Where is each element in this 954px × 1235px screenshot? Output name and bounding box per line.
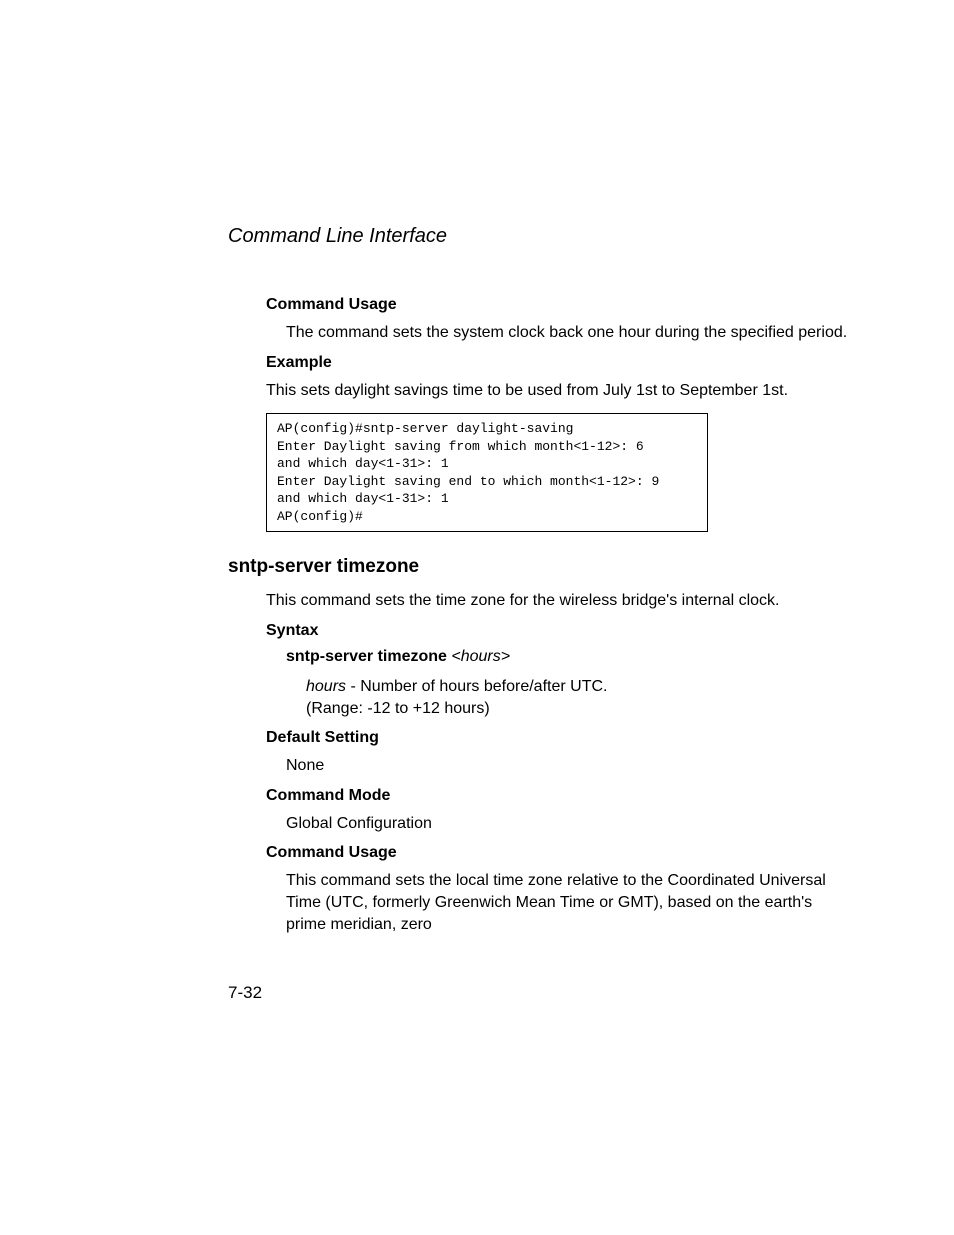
syntax-heading: Syntax xyxy=(266,622,854,640)
command-description: This command sets the time zone for the … xyxy=(266,590,854,612)
command-mode-text: Global Configuration xyxy=(286,813,854,835)
syntax-argument: <hours> xyxy=(451,648,510,665)
syntax-command: sntp-server timezone xyxy=(286,648,447,665)
code-block: AP(config)#sntp-server daylight-saving E… xyxy=(266,413,708,532)
param-desc-1: - Number of hours before/after UTC. xyxy=(346,678,607,695)
param-desc-2: (Range: -12 to +12 hours) xyxy=(306,700,490,717)
command-usage-heading-2: Command Usage xyxy=(266,844,854,862)
param-description: hours - Number of hours before/after UTC… xyxy=(306,676,854,719)
page-container: Command Line Interface Command Usage The… xyxy=(0,0,954,935)
command-usage-heading-1: Command Usage xyxy=(266,296,854,314)
default-setting-text: None xyxy=(286,755,854,777)
command-title: sntp-server timezone xyxy=(228,556,854,578)
param-name: hours xyxy=(306,678,346,695)
example-text: This sets daylight savings time to be us… xyxy=(266,380,854,402)
example-heading: Example xyxy=(266,354,854,372)
page-number: 7-32 xyxy=(228,983,262,1003)
syntax-line: sntp-server timezone <hours> xyxy=(286,648,854,666)
section-header: Command Line Interface xyxy=(228,225,854,248)
command-usage-text-2: This command sets the local time zone re… xyxy=(286,870,854,935)
default-setting-heading: Default Setting xyxy=(266,729,854,747)
command-usage-text-1: The command sets the system clock back o… xyxy=(286,322,854,344)
command-mode-heading: Command Mode xyxy=(266,787,854,805)
